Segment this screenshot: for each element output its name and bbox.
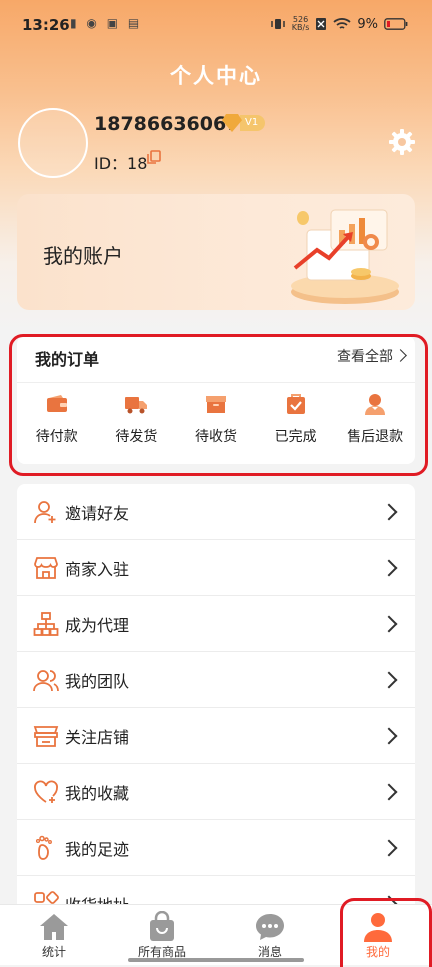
- vip-gem-icon: [222, 114, 242, 132]
- menu-item-invite-friends[interactable]: 邀请好友: [17, 484, 415, 540]
- wifi-icon: [333, 18, 351, 29]
- menu-item-become-agent[interactable]: 成为代理: [17, 596, 415, 652]
- page-title: 个人中心: [170, 64, 262, 88]
- bag-icon: [150, 911, 174, 941]
- chevron-right-icon: [380, 559, 398, 576]
- status-time: 13:26: [22, 16, 70, 34]
- net-speed: 526 KB/s: [291, 15, 310, 32]
- menu-item-favorites[interactable]: 我的收藏: [17, 764, 415, 820]
- battery-percent: 9%: [357, 16, 378, 32]
- home-indicator: [128, 958, 304, 962]
- heart-icon: [34, 780, 58, 803]
- vip-level: V1: [240, 115, 266, 131]
- account-label: 我的账户: [43, 244, 123, 268]
- status-right-icons: 526 KB/s 9%: [270, 16, 408, 32]
- shop-icon: [34, 556, 58, 579]
- store-follow-icon: [33, 725, 59, 747]
- user-id-label: ID：: [94, 154, 128, 173]
- menu-item-label: 成为代理: [65, 615, 130, 635]
- chevron-right-icon: [380, 503, 398, 520]
- menu-item-merchant-join[interactable]: 商家入驻: [17, 540, 415, 596]
- menu-item-label: 我的团队: [65, 671, 130, 691]
- menu-item-follow-store[interactable]: 关注店铺: [17, 708, 415, 764]
- no-sim-icon: [316, 18, 327, 30]
- battery-icon: [384, 18, 408, 30]
- account-card[interactable]: 我的账户: [17, 194, 415, 310]
- menu-list: 邀请好友 商家入驻 成为代理 我的团队 关注店铺 我的收藏 我的足迹 收货地址: [17, 484, 415, 914]
- invite-user-icon: [34, 500, 56, 523]
- gear-icon[interactable]: [388, 128, 416, 156]
- status-bar: 13:26 ▮ ◉ ▣ ▤ 526 KB/s 9%: [0, 0, 432, 50]
- tab-mine-highlight-box: [340, 898, 432, 967]
- menu-item-label: 我的足迹: [65, 839, 130, 859]
- menu-item-label: 商家入驻: [65, 559, 130, 579]
- tab-messages[interactable]: 消息: [216, 905, 324, 965]
- tab-all-products[interactable]: 所有商品: [108, 905, 216, 965]
- menu-item-label: 关注店铺: [65, 727, 130, 747]
- tab-statistics[interactable]: 统计: [0, 905, 108, 965]
- chevron-right-icon: [380, 839, 398, 856]
- avatar[interactable]: [18, 108, 88, 178]
- orders-highlight-box: [9, 334, 428, 476]
- menu-item-my-team[interactable]: 我的团队: [17, 652, 415, 708]
- vibrate-icon: [271, 19, 285, 29]
- chevron-right-icon: [380, 615, 398, 632]
- user-id: ID：18: [94, 150, 147, 174]
- tab-label: 统计: [41, 945, 66, 959]
- chevron-right-icon: [380, 783, 398, 800]
- chevron-right-icon: [380, 671, 398, 688]
- menu-item-footprints[interactable]: 我的足迹: [17, 820, 415, 876]
- notification-icons: ▮ ◉ ▣ ▤: [70, 16, 143, 30]
- menu-item-label: 邀请好友: [65, 503, 130, 523]
- footprint-icon: [35, 835, 52, 860]
- vip-badge: V1: [222, 114, 266, 132]
- hierarchy-icon: [33, 611, 59, 636]
- chat-icon: [256, 914, 284, 940]
- home-icon: [40, 914, 68, 940]
- team-icon: [33, 669, 59, 691]
- menu-item-label: 我的收藏: [65, 783, 130, 803]
- user-id-value: 18: [127, 154, 148, 173]
- finance-illustration: [291, 209, 399, 304]
- user-phone: 18786636067: [94, 113, 240, 135]
- copy-icon[interactable]: [147, 150, 161, 164]
- chevron-right-icon: [380, 727, 398, 744]
